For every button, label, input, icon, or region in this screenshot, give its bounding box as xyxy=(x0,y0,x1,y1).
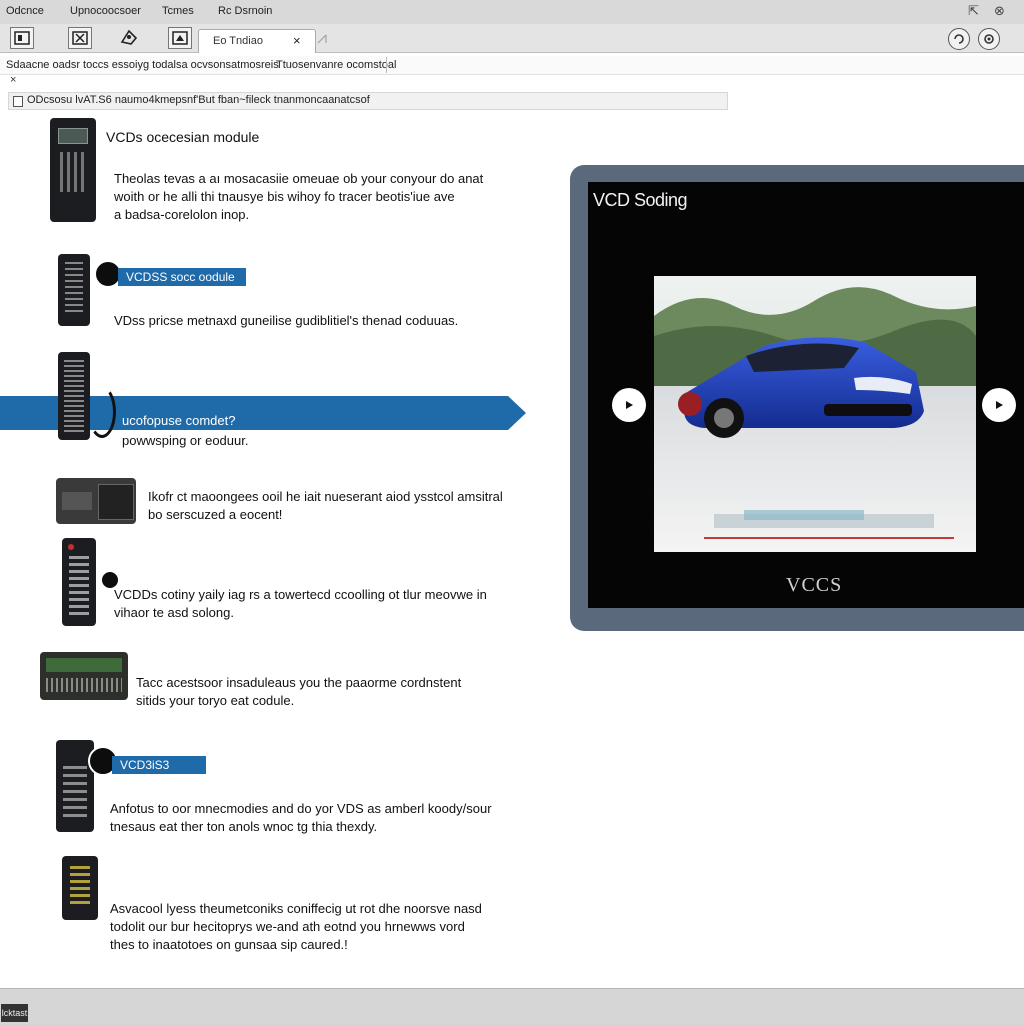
address-text: ODcsosu lvAT.S6 naumo4kmepsnf'But fban~f… xyxy=(27,94,370,106)
page-icon xyxy=(13,96,23,107)
toolbar-open-icon[interactable] xyxy=(10,27,34,49)
toolbar xyxy=(0,24,1024,53)
module-5-line-1: VCDDs cotiny yaily iag rs a towertecd cc… xyxy=(114,587,487,602)
module-4-line-2: bo serscuzed a eocent! xyxy=(148,507,283,522)
tab-close-icon[interactable]: × xyxy=(293,33,301,48)
module-5-line-2: vihaor te asd solong. xyxy=(114,605,234,620)
tab-label: Eo Tndiao xyxy=(213,35,263,47)
module-8-line-3: thes to inaatotoes on gunsaa sip caured.… xyxy=(110,937,348,952)
module-1-title: VCDs ocecesian module xyxy=(106,129,260,145)
module-6-device-image xyxy=(40,652,128,700)
module-4-device-image xyxy=(56,478,136,524)
module-8-line-1: Asvacool lyess theumetconiks coniffecig … xyxy=(110,901,482,916)
module-7-label[interactable]: VCD3iS3 xyxy=(112,756,206,774)
menu-item-4[interactable]: Rc Dsrnoin xyxy=(218,5,272,17)
module-3-line-1: ucofopuse comdet? xyxy=(122,413,236,428)
menu-item-3[interactable]: Tcmes xyxy=(162,5,194,17)
module-7-device-image xyxy=(56,740,94,832)
preview-car-image xyxy=(654,276,976,552)
settings-icon[interactable] xyxy=(978,28,1000,50)
menu-bar xyxy=(0,0,1024,25)
preview-next-button[interactable] xyxy=(982,388,1016,422)
module-2-line-1: VDss pricse metnaxd guneilise gudiblitie… xyxy=(114,313,459,328)
module-3-device-image xyxy=(58,352,90,440)
toolbar-tools-icon[interactable] xyxy=(118,27,140,47)
module-3-cable xyxy=(88,386,116,438)
toolbar-export-icon[interactable] xyxy=(168,27,192,49)
address-bar[interactable]: ODcsosu lvAT.S6 naumo4kmepsnf'But fban~f… xyxy=(8,92,728,110)
close-panel-icon[interactable]: × xyxy=(10,74,16,86)
module-2-device-image xyxy=(58,254,90,326)
subbar-left-text[interactable]: Sdaacne oadsr toccs essoiyg todalsa ocvs… xyxy=(6,59,279,71)
module-4-line-1: Ikofr ct maoongees ooil he iait nueseran… xyxy=(148,489,503,504)
module-3-line-2: powwsping or eoduur. xyxy=(122,433,249,448)
module-1-line-2: woith or he alli thi tnausye bis wihoy f… xyxy=(114,189,455,204)
preview-title: VCD Soding xyxy=(593,190,688,210)
tab-active[interactable]: Eo Tndiao × xyxy=(198,29,316,53)
refresh-icon[interactable] xyxy=(948,28,970,50)
module-8-device-image xyxy=(62,856,98,920)
close-window-icon[interactable]: ⊗ xyxy=(994,3,1005,19)
module-1-line-3: a badsa-corelolon inop. xyxy=(114,207,250,222)
module-7-line-1: Anfotus to oor mnecmodies and do yor VDS… xyxy=(110,801,492,816)
new-tab-icon[interactable] xyxy=(316,33,328,48)
pin-icon[interactable]: ⇱ xyxy=(968,3,979,19)
module-7-line-2: tnesaus eat ther ton anols wnoc tg thia … xyxy=(110,819,378,834)
menu-item-2[interactable]: Upnocoocsoer xyxy=(70,5,141,17)
module-2-label[interactable]: VCDSS socc oodule xyxy=(118,268,246,286)
status-bar xyxy=(0,988,1024,1025)
subbar-separator xyxy=(386,57,387,73)
module-1-device-image xyxy=(50,118,96,222)
status-button[interactable]: lcktast xyxy=(1,1004,28,1022)
menu-item-1[interactable]: Odcnce xyxy=(6,5,44,17)
module-6-line-1: Tacc acestsoor insaduleaus you the paaor… xyxy=(136,675,462,690)
subbar-right-text[interactable]: Ttuosenvanre ocomstoal xyxy=(276,59,396,71)
preview-prev-button[interactable] xyxy=(612,388,646,422)
module-6-line-2: sitids your toryo eat codule. xyxy=(136,693,295,708)
module-5-device-image xyxy=(62,538,96,626)
module-1-line-1: Theolas tevas a aı mosacasiie omeuae ob … xyxy=(114,171,484,186)
toolbar-cancel-icon[interactable] xyxy=(68,27,92,49)
module-8-line-2: todolit our bur hecitoprys we-and ath eo… xyxy=(110,919,465,934)
preview-logo: VCCS xyxy=(786,574,843,596)
